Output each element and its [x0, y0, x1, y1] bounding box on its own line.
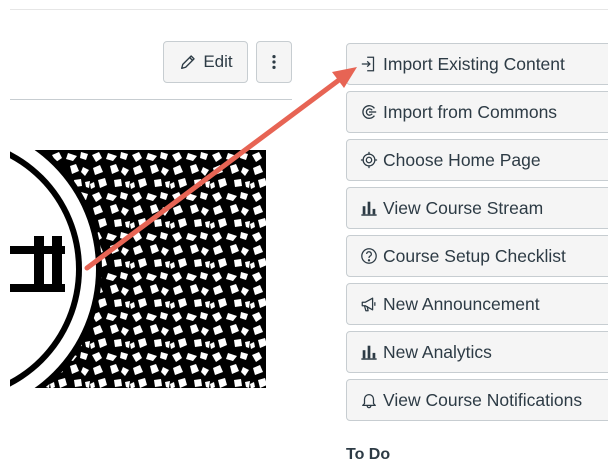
- sidebar-button-label: Choose Home Page: [383, 149, 541, 170]
- course-image: [10, 150, 266, 388]
- sidebar-button-label: View Course Stream: [383, 197, 544, 218]
- sidebar-button-label: New Analytics: [383, 341, 492, 362]
- stats-icon: [359, 198, 379, 218]
- sidebar-button-4[interactable]: View Course Stream: [346, 187, 608, 229]
- sidebar-button-label: New Announcement: [383, 293, 540, 314]
- edit-button-label: Edit: [203, 52, 233, 71]
- sidebar-button-3[interactable]: Choose Home Page: [346, 139, 608, 181]
- sidebar-button-label: View Course Notifications: [383, 389, 583, 410]
- todo-heading: To Do: [346, 446, 391, 463]
- sidebar-button-label: Course Setup Checklist: [383, 245, 566, 266]
- question-icon: [359, 246, 379, 266]
- commons-icon: [359, 102, 379, 122]
- import-icon: [359, 54, 379, 74]
- sidebar-button-1[interactable]: Import Existing Content: [346, 43, 608, 85]
- sidebar-button-label: Import from Commons: [383, 101, 558, 122]
- top-divider: [10, 9, 608, 10]
- target-icon: [359, 150, 379, 170]
- content-divider: [10, 99, 292, 100]
- sidebar-button-5[interactable]: Course Setup Checklist: [346, 235, 608, 277]
- sidebar-button-8[interactable]: View Course Notifications: [346, 379, 608, 421]
- megaphone-icon: [359, 294, 379, 314]
- bell-icon: [359, 390, 379, 410]
- sidebar-button-6[interactable]: New Announcement: [346, 283, 608, 325]
- stats-icon: [359, 342, 379, 362]
- kebab-icon: [264, 52, 284, 72]
- edit-button[interactable]: Edit: [163, 41, 248, 83]
- sidebar-button-2[interactable]: Import from Commons: [346, 91, 608, 133]
- sidebar-button-label: Import Existing Content: [383, 53, 565, 74]
- sidebar-button-7[interactable]: New Analytics: [346, 331, 608, 373]
- pencil-icon: [178, 52, 198, 72]
- more-options-button[interactable]: [256, 41, 292, 83]
